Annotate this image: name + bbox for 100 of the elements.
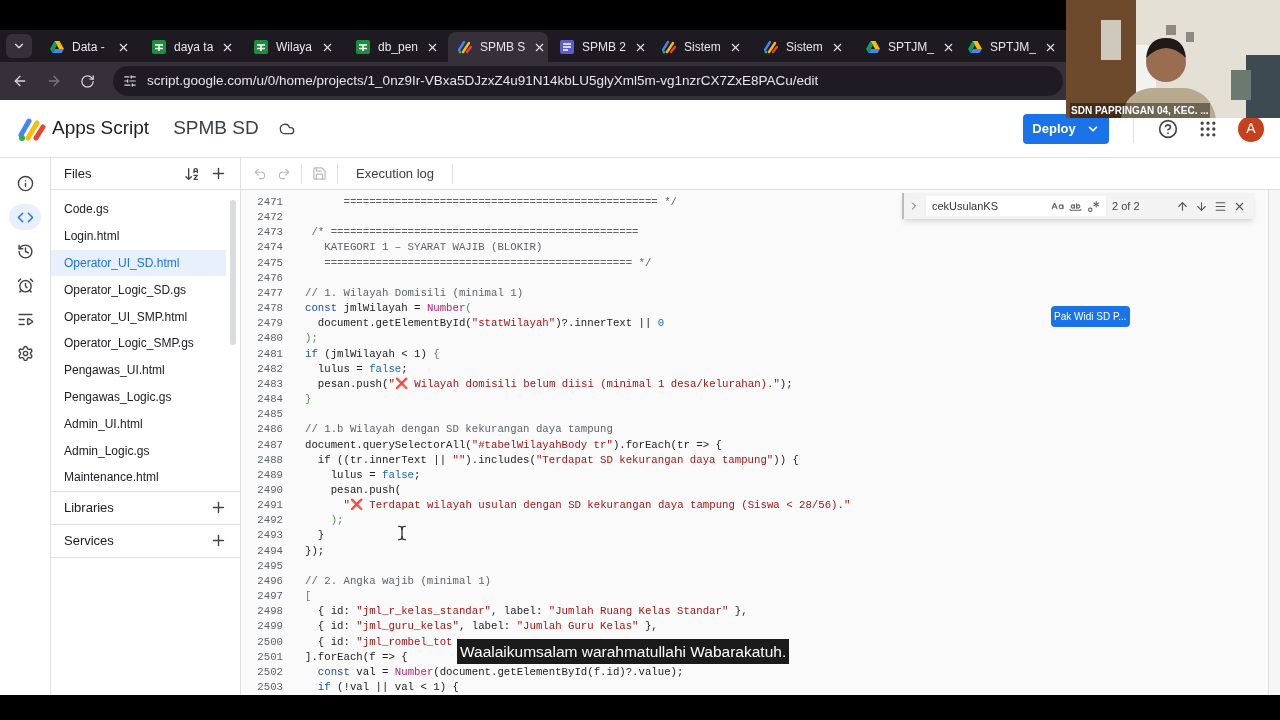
- file-item[interactable]: Operator_UI_SMP.html: [51, 303, 226, 330]
- line-number: 2498: [256, 604, 283, 620]
- file-item[interactable]: Operator_UI_SD.html: [51, 249, 226, 277]
- help-icon[interactable]: [1158, 118, 1178, 139]
- files-heading: Files: [64, 164, 93, 183]
- drive-icon: [50, 41, 64, 53]
- file-item[interactable]: Pengawas_UI.html: [51, 356, 226, 384]
- code-line: const jmlWilayah = Number(: [305, 301, 472, 317]
- line-number: 2496: [256, 573, 283, 589]
- reload-icon[interactable]: [80, 73, 95, 89]
- app-name: Apps Script: [52, 116, 150, 141]
- line-number: 2477: [256, 285, 283, 301]
- code-line: /* ================================================: [310, 225, 639, 241]
- code-line: // 1. Wilayah Domisili (minimal 1): [305, 285, 524, 301]
- file-item[interactable]: Login.html: [51, 222, 226, 250]
- settings-icon: [16, 344, 34, 362]
- code-line: );: [329, 513, 344, 529]
- line-number: 2476: [256, 270, 283, 286]
- file-item[interactable]: Pengawas_Logic.gs: [51, 383, 226, 411]
- code-line: lulus = false;: [329, 467, 421, 483]
- sort-icon[interactable]: [184, 165, 200, 182]
- line-number: 2492: [256, 513, 283, 529]
- line-number: 2483: [256, 376, 283, 392]
- file-item[interactable]: Operator_Logic_SD.gs: [51, 276, 226, 304]
- line-number: 2480: [256, 331, 283, 347]
- code-line: { id: "jml_rombel_tot: [316, 634, 453, 650]
- file-item[interactable]: Admin_UI.html: [51, 410, 226, 438]
- tab-list-button[interactable]: [6, 34, 32, 58]
- browser-tab[interactable]: SPMB S: [448, 32, 548, 62]
- tab-title: SPTJM_: [990, 39, 1036, 56]
- browser-tab[interactable]: SPTJM_: [958, 32, 1058, 62]
- address-field[interactable]: script.google.com/u/0/home/projects/1_0nz9Ir-VBxa5DJzxZ4u91N14kbLU5glyXml5m-vg1nzrCX7ZxE8PACu/edit: [113, 66, 1063, 96]
- code-line: }: [305, 392, 312, 408]
- code-line: pesan.push("❌ Wilayah domisili belum diisi (minimal 1 desa/kelurahan).");: [316, 376, 793, 392]
- browser-tab[interactable]: Wilaya: [244, 32, 344, 62]
- line-number: 2493: [256, 528, 283, 544]
- code-line: ================================================= */: [342, 195, 677, 210]
- script-logo-icon: [662, 40, 676, 54]
- line-number: 2501: [256, 649, 283, 665]
- file-item[interactable]: Maintenance.html: [51, 463, 226, 491]
- project-title[interactable]: SPMB SD: [173, 114, 259, 143]
- tab-title: db_pen: [378, 39, 419, 56]
- browser-tab[interactable]: SPTJM_: [856, 32, 956, 62]
- line-number: 2484: [256, 392, 283, 408]
- match-count: 2 of 2: [1112, 198, 1140, 214]
- tab-title: Sistem: [684, 39, 721, 56]
- line-number: 2499: [256, 619, 283, 635]
- section-title[interactable]: Libraries: [64, 498, 210, 518]
- browser-tab[interactable]: Sistem: [652, 32, 752, 62]
- info-icon: [16, 174, 34, 192]
- section-title[interactable]: Services: [64, 531, 210, 551]
- scrollbar[interactable]: [1268, 190, 1280, 695]
- code-line: lulus = false;: [316, 361, 408, 377]
- browser-tab[interactable]: SPMB 2: [550, 32, 650, 62]
- script-logo-icon: [764, 40, 778, 54]
- back-icon[interactable]: [12, 73, 28, 89]
- line-number: 2488: [256, 452, 283, 468]
- url-text: script.google.com/u/0/home/projects/1_0nz9Ir-VBxa5DJzxZ4u91N14kbLU5glyXml5m-vg1nzrCX7ZxE8PACu/edit: [147, 71, 819, 90]
- line-number: 2495: [256, 558, 283, 574]
- browser-tab[interactable]: daya ta: [142, 32, 242, 62]
- file-item[interactable]: Code.gs: [51, 196, 226, 223]
- add-icon[interactable]: [210, 165, 227, 182]
- code-line: document.querySelectorAll("#tabelWilayahBody tr").forEach(tr => {: [305, 437, 722, 453]
- browser-tab[interactable]: db_pen: [346, 32, 446, 62]
- alarm-clock-icon: [16, 276, 34, 294]
- site-settings-icon[interactable]: [123, 74, 137, 88]
- scrollbar[interactable]: [230, 200, 236, 345]
- history-icon: [16, 242, 34, 260]
- deploy-button[interactable]: Deploy: [1023, 113, 1109, 144]
- lines-icon[interactable]: [1214, 199, 1227, 213]
- rail-item[interactable]: [9, 204, 41, 230]
- line-number: 2482: [256, 361, 283, 377]
- browser-tab[interactable]: Sistem: [754, 32, 854, 62]
- previous-match-icon[interactable]: [1176, 199, 1189, 213]
- code-line: "❌ Terdapat wilayah usulan dengan SD kekurangan daya tampung (Siswa < 28/56).": [342, 498, 851, 514]
- file-item[interactable]: Operator_Logic_SMP.gs: [51, 330, 226, 357]
- line-number: 2490: [256, 482, 283, 498]
- line-number: 2497: [256, 589, 283, 605]
- spreadsheet-icon: [254, 40, 268, 54]
- code-line: document.getElementById("statWilayah")?.innerText || 0: [316, 316, 665, 332]
- spreadsheet-icon: [152, 40, 166, 54]
- code-line: });: [305, 543, 325, 559]
- caption: Waalaikumsalam warahmatullahi Wabarakatuh.: [457, 639, 790, 665]
- forward-icon[interactable]: [46, 73, 62, 89]
- next-match-icon[interactable]: [1195, 199, 1208, 213]
- tab-title: Data -: [72, 39, 106, 56]
- line-number: 2478: [256, 301, 283, 317]
- code-line: );: [305, 331, 318, 347]
- apps-script-logo: [18, 116, 46, 141]
- code-line: if (!val || val < 1) {: [316, 680, 459, 695]
- find-field[interactable]: cekUsulanKS: [926, 196, 1106, 216]
- execution-log-button[interactable]: Execution log: [348, 163, 443, 184]
- regex-icon[interactable]: [1087, 199, 1100, 213]
- file-item[interactable]: Admin_Logic.gs: [51, 437, 226, 464]
- line-number: 2494: [256, 543, 283, 559]
- spreadsheet-icon: [356, 40, 370, 54]
- line-number: 2479: [256, 316, 283, 332]
- browser-tab[interactable]: Data -: [40, 32, 140, 62]
- pointer-label: Pak Widi SD P...: [1051, 306, 1130, 327]
- code-line: if ((tr.innerText || "").includes("Terdapat SD kekurangan daya tampung")) {: [316, 452, 799, 468]
